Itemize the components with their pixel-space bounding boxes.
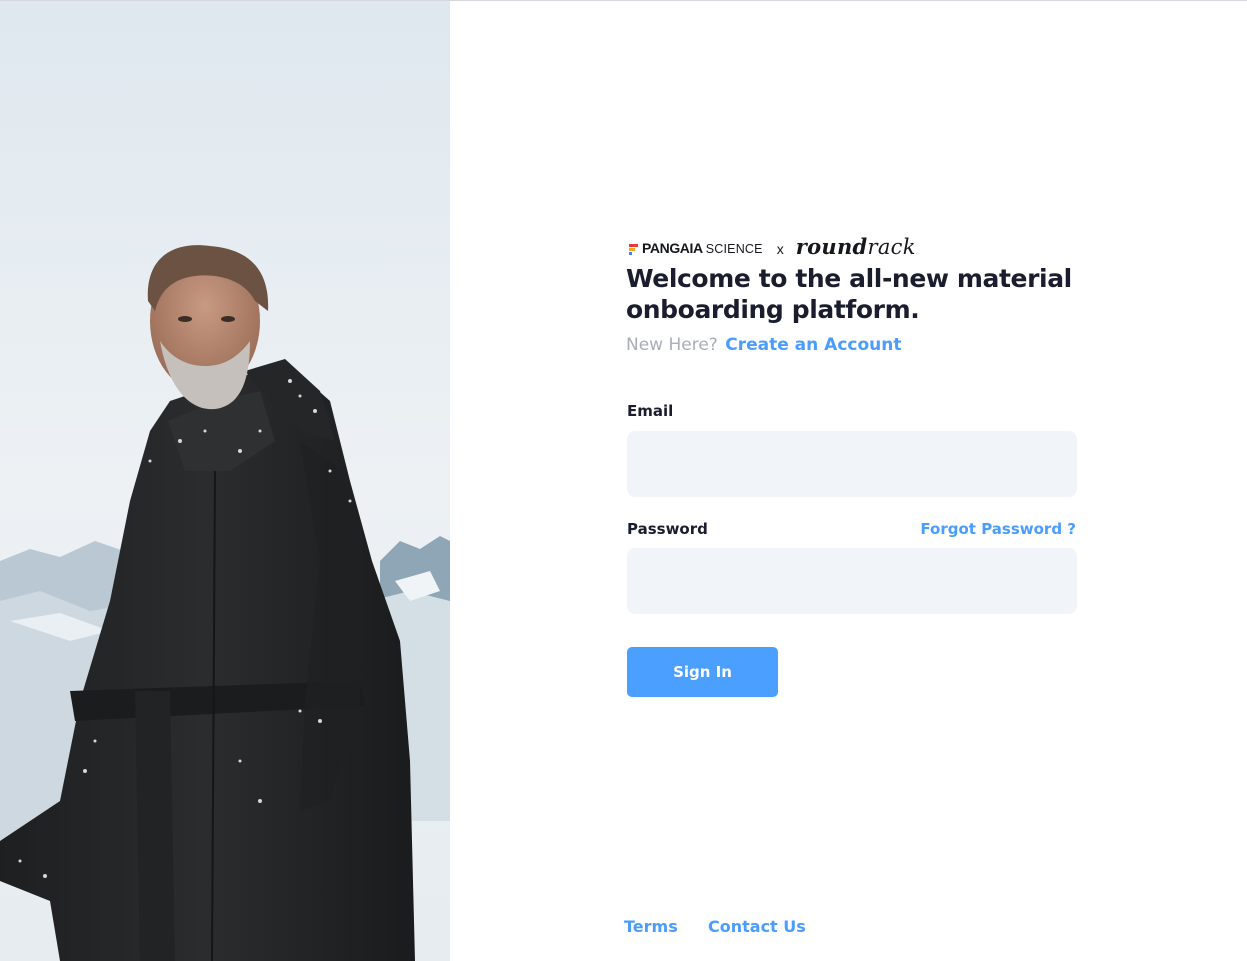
password-label: Password bbox=[627, 520, 708, 538]
pangaia-logo-suffix: SCIENCE bbox=[705, 242, 763, 256]
new-here-text: New Here? bbox=[626, 335, 718, 355]
signup-prompt: New Here? Create an Account bbox=[626, 335, 902, 355]
hero-image bbox=[0, 1, 450, 961]
password-field[interactable] bbox=[627, 548, 1077, 614]
terms-link[interactable]: Terms bbox=[624, 917, 678, 936]
roundrack-logo-light: rack bbox=[867, 234, 916, 259]
forgot-password-link[interactable]: Forgot Password ? bbox=[920, 520, 1076, 538]
pangaia-logo-text: PANGAIA bbox=[642, 240, 703, 256]
brand-logos: PANGAIA SCIENCE x roundrack bbox=[629, 234, 916, 260]
create-account-link[interactable]: Create an Account bbox=[725, 335, 901, 355]
roundrack-logo: roundrack bbox=[796, 234, 916, 259]
email-label: Email bbox=[627, 402, 674, 420]
brand-separator: x bbox=[776, 241, 784, 257]
roundrack-logo-bold: round bbox=[795, 233, 868, 259]
email-field[interactable] bbox=[627, 431, 1077, 497]
page-title: Welcome to the all-new material onboardi… bbox=[626, 264, 1072, 324]
contact-us-link[interactable]: Contact Us bbox=[708, 917, 806, 936]
sign-in-button[interactable]: Sign In bbox=[627, 647, 778, 697]
pangaia-mark-icon bbox=[629, 244, 638, 255]
